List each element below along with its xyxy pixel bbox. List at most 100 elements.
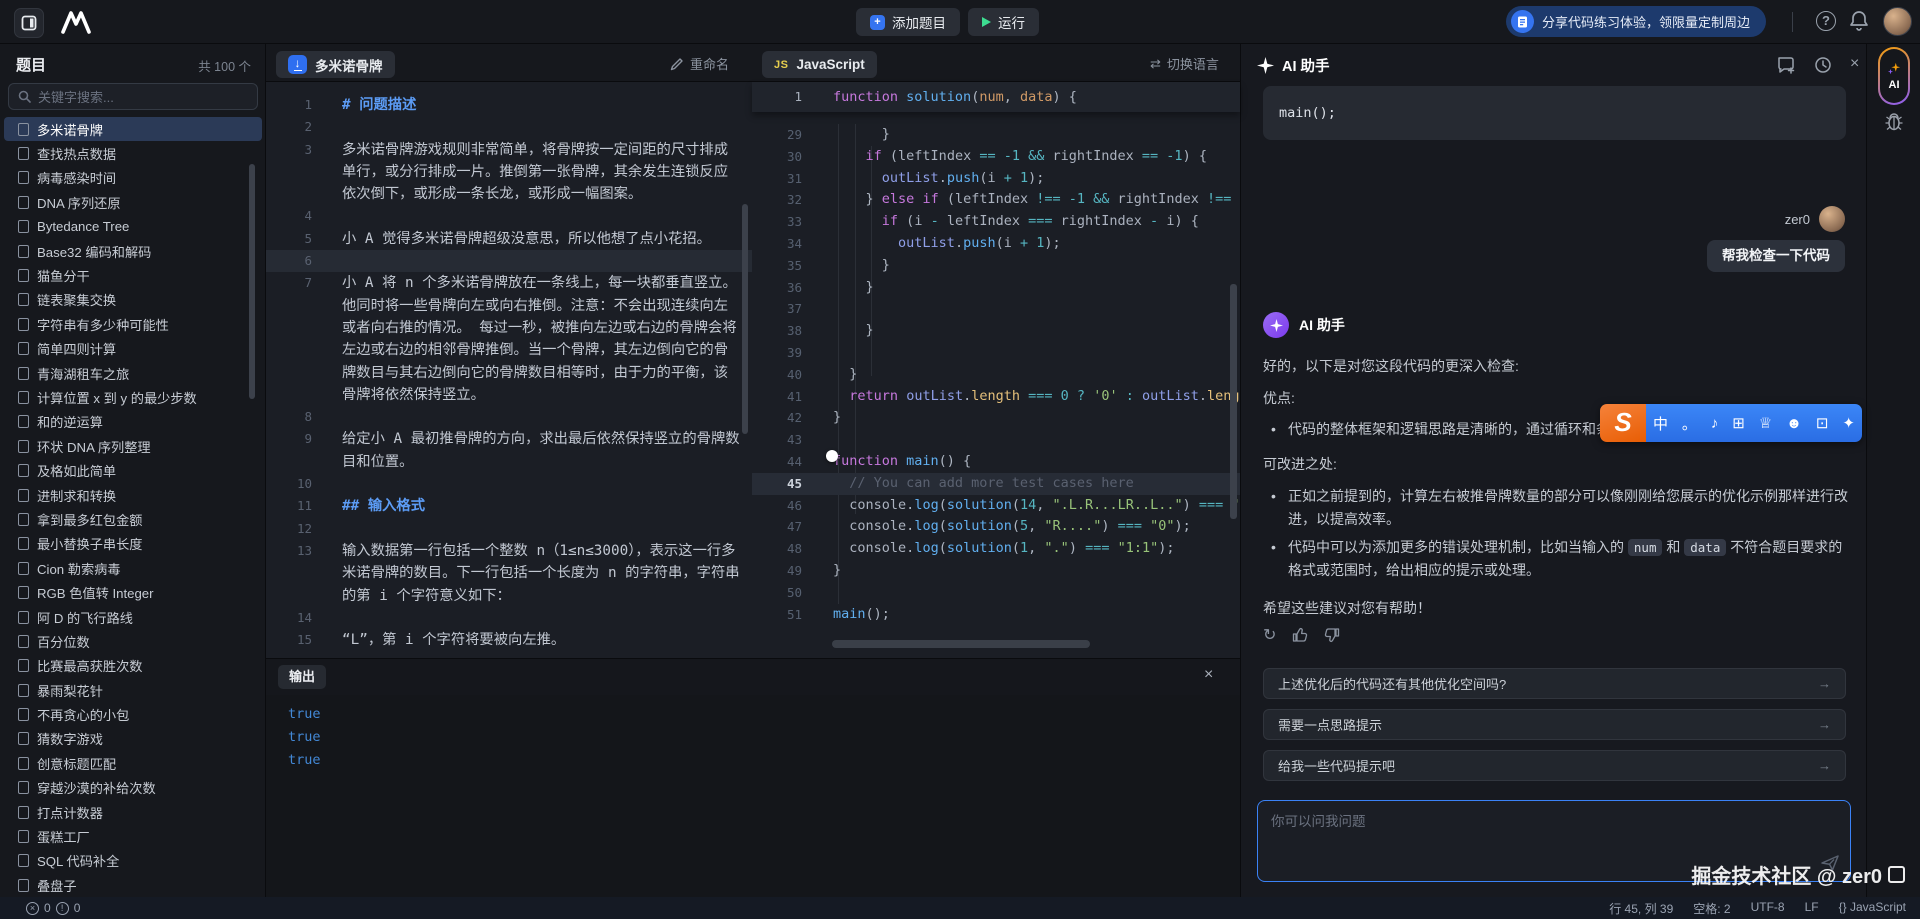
problem-line[interactable]: 米诺骨牌的数目。下一行包括一个长度为 n 的字符串，字符串 [266, 562, 752, 584]
editor-horizontal-scrollbar[interactable] [832, 640, 1090, 648]
problems-status[interactable]: × 0 ! 0 [26, 901, 80, 915]
problem-line[interactable]: 8 [266, 406, 752, 428]
problem-line[interactable]: 9给定小 A 最初推骨牌的方向，求出最后依然保持竖立的骨牌数 [266, 428, 752, 450]
sidebar-scrollbar[interactable] [249, 164, 255, 399]
code-line[interactable]: 51main(); [752, 604, 1240, 626]
problem-line[interactable]: 骨牌将依然保持竖立。 [266, 384, 752, 406]
problem-line[interactable]: 单行，或分行排成一片。推倒第一张骨牌，其余发生连锁反应 [266, 161, 752, 183]
problem-line[interactable]: 13输入数据第一行包括一个整数 n（1≤n≤3000），表示这一行多 [266, 540, 752, 562]
problem-line[interactable]: 1# 问题描述 [266, 94, 752, 116]
sidebar-item[interactable]: Bytedance Tree [4, 215, 262, 239]
ime-button[interactable]: ♪ [1711, 415, 1719, 432]
sidebar-item[interactable]: 进制求和转换 [4, 483, 262, 507]
sidebar-item[interactable]: 简单四则计算 [4, 337, 262, 361]
code-line[interactable]: 49} [752, 560, 1240, 582]
code-line[interactable]: 29 } [752, 124, 1240, 146]
suggestion-button[interactable]: 需要一点思路提示→ [1263, 709, 1846, 740]
problem-line[interactable]: 3多米诺骨牌游戏规则非常简单，将骨牌按一定间距的尺寸排成 [266, 139, 752, 161]
problem-line[interactable]: 他同时将一些骨牌向左或向右推倒。注意：不会出现连续向左 [266, 295, 752, 317]
code-line[interactable]: 38 } [752, 320, 1240, 342]
problem-line[interactable]: 14 [266, 607, 752, 629]
problem-line[interactable]: 6 [266, 250, 752, 272]
ime-button[interactable]: 中 [1653, 413, 1668, 434]
debug-bug-icon[interactable] [1883, 110, 1905, 132]
sidebar-item[interactable]: 环状 DNA 序列整理 [4, 434, 262, 458]
sidebar-item[interactable]: 及格如此简单 [4, 458, 262, 482]
sticky-code-line[interactable]: 1function solution(num, data) { [752, 82, 1240, 112]
ime-button[interactable]: 。 [1682, 413, 1697, 434]
thumbs-down-icon[interactable] [1324, 627, 1340, 643]
sidebar-item[interactable]: 和的逆运算 [4, 410, 262, 434]
sidebar-item[interactable]: 打点计数器 [4, 800, 262, 824]
add-problem-button[interactable]: + 添加题目 [856, 8, 960, 36]
sidebar-item[interactable]: 比赛最高获胜次数 [4, 654, 262, 678]
sidebar-item[interactable]: RGB 色值转 Integer [4, 580, 262, 604]
sidebar-item[interactable]: Cion 勒索病毒 [4, 556, 262, 580]
sidebar-item[interactable]: 阿 D 的飞行路线 [4, 605, 262, 629]
ime-button[interactable]: ⊞ [1732, 414, 1745, 432]
promo-banner[interactable]: 分享代码练习体验，领限量定制周边 [1506, 6, 1766, 37]
sidebar-item[interactable]: 穿越沙漠的补给次数 [4, 776, 262, 800]
ai-assistant-toggle[interactable]: AI [1878, 47, 1910, 105]
rename-button[interactable]: 重命名 [670, 54, 729, 73]
regenerate-icon[interactable]: ↻ [1263, 625, 1276, 645]
code-line[interactable]: 33 if (i - leftIndex === rightIndex - i)… [752, 211, 1240, 233]
code-line[interactable]: 50 [752, 582, 1240, 604]
problem-line[interactable]: 的第 i 个字符意义如下： [266, 585, 752, 607]
suggestion-button[interactable]: 给我一些代码提示吧→ [1263, 750, 1846, 781]
sidebar-item[interactable]: 链表聚集交换 [4, 288, 262, 312]
code-line[interactable]: 34 outList.push(i + 1); [752, 233, 1240, 255]
sidebar-item[interactable]: Base32 编码和解码 [4, 239, 262, 263]
sidebar-item[interactable]: 字符串有多少种可能性 [4, 312, 262, 336]
switch-language-button[interactable]: ⇄ 切换语言 [1150, 54, 1219, 73]
thumbs-up-icon[interactable] [1292, 627, 1308, 643]
problem-line[interactable]: 4 [266, 205, 752, 227]
problem-line[interactable]: 依次倒下，或形成一条长龙，或形成一幅图案。 [266, 183, 752, 205]
ime-button[interactable]: ☻ [1786, 415, 1802, 432]
sidebar-item[interactable]: 青海湖租车之旅 [4, 361, 262, 385]
problem-tab[interactable]: ↓ 多米诺骨牌 [276, 51, 395, 78]
code-line[interactable]: 48 console.log(solution(1, ".") === "1:1… [752, 538, 1240, 560]
problem-line[interactable]: 11## 输入格式 [266, 495, 752, 517]
sogou-logo-icon[interactable]: S [1600, 404, 1646, 442]
language-tab[interactable]: JS JavaScript [762, 51, 877, 78]
sidebar-item[interactable]: DNA 序列还原 [4, 190, 262, 214]
problem-line[interactable]: 10 [266, 473, 752, 495]
code-line[interactable]: 39 [752, 342, 1240, 364]
code-line[interactable]: 45 // You can add more test cases here [752, 473, 1240, 495]
code-line[interactable]: 32 } else if (leftIndex !== -1 && rightI… [752, 189, 1240, 211]
code-line[interactable]: 31 outList.push(i + 1); [752, 168, 1240, 190]
problem-line[interactable]: 5小 A 觉得多米诺骨牌超级没意思，所以他想了点小花招。 [266, 228, 752, 250]
problem-line[interactable]: 或者向右推的情况。 每过一秒，被推向左边或右边的骨牌会将 [266, 317, 752, 339]
problem-line[interactable]: 7小 A 将 n 个多米诺骨牌放在一条线上，每一块都垂直竖立。 [266, 272, 752, 294]
sidebar-item[interactable]: 暴雨梨花针 [4, 678, 262, 702]
notifications-button[interactable] [1849, 10, 1871, 32]
sidebar-item[interactable]: 蛋糕工厂 [4, 824, 262, 848]
problem-scrollbar[interactable] [742, 204, 748, 434]
new-chat-icon[interactable] [1777, 56, 1796, 74]
sidebar-item[interactable]: 拿到最多红包金额 [4, 507, 262, 531]
code-line[interactable]: 40 } [752, 364, 1240, 386]
problem-line[interactable]: 15“L”，第 i 个字符将要被向左推。 [266, 629, 752, 651]
problem-line[interactable]: 2 [266, 116, 752, 138]
run-button[interactable]: 运行 [968, 8, 1039, 36]
sidebar-item[interactable]: 计算位置 x 到 y 的最少步数 [4, 385, 262, 409]
sidebar-item[interactable]: 病毒感染时间 [4, 166, 262, 190]
sidebar-item[interactable]: 百分位数 [4, 629, 262, 653]
sidebar-item[interactable]: 多米诺骨牌 [4, 117, 262, 141]
code-line[interactable]: 35 } [752, 255, 1240, 277]
ime-button[interactable]: ✦ [1842, 414, 1855, 432]
close-icon[interactable]: × [1204, 666, 1213, 684]
output-tab[interactable]: 输出 [278, 665, 326, 689]
suggestion-button[interactable]: 上述优化后的代码还有其他优化空间吗?→ [1263, 668, 1846, 699]
problem-content[interactable]: 1# 问题描述23多米诺骨牌游戏规则非常简单，将骨牌按一定间距的尺寸排成单行，或… [266, 94, 752, 651]
sidebar-item[interactable]: 创意标题匹配 [4, 751, 262, 775]
close-icon[interactable]: × [1850, 56, 1859, 74]
sidebar-item[interactable]: 不再贪心的小包 [4, 702, 262, 726]
window-toggle-button[interactable] [14, 8, 44, 38]
code-line[interactable]: 36 } [752, 277, 1240, 299]
code-line[interactable]: 37 [752, 298, 1240, 320]
ime-button[interactable]: ♕ [1759, 414, 1772, 432]
editor-vertical-scrollbar[interactable] [1230, 284, 1237, 519]
problem-line[interactable]: 牌数目与其右边倒向它的骨牌数目相等时，由于力的平衡，该 [266, 362, 752, 384]
